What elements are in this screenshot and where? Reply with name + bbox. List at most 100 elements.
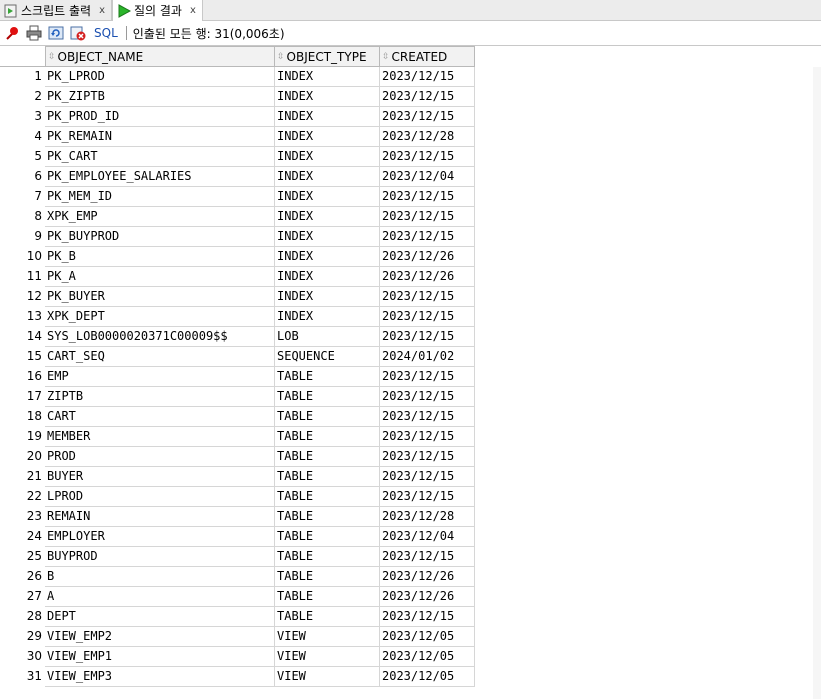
- table-row[interactable]: 1 PK_LPROD INDEX 2023/12/15: [0, 67, 475, 87]
- cell-object-type[interactable]: INDEX: [275, 247, 380, 267]
- cell-object-name[interactable]: PK_PROD_ID: [45, 107, 275, 127]
- sql-link[interactable]: SQL: [94, 26, 118, 40]
- table-row[interactable]: 27 A TABLE 2023/12/26: [0, 587, 475, 607]
- cell-created[interactable]: 2023/12/26: [380, 567, 475, 587]
- table-row[interactable]: 29 VIEW_EMP2 VIEW 2023/12/05: [0, 627, 475, 647]
- cell-object-name[interactable]: MEMBER: [45, 427, 275, 447]
- table-row[interactable]: 11 PK_A INDEX 2023/12/26: [0, 267, 475, 287]
- cell-object-name[interactable]: EMP: [45, 367, 275, 387]
- cell-object-type[interactable]: INDEX: [275, 187, 380, 207]
- cell-object-name[interactable]: B: [45, 567, 275, 587]
- cell-object-name[interactable]: PK_CART: [45, 147, 275, 167]
- table-row[interactable]: 16 EMP TABLE 2023/12/15: [0, 367, 475, 387]
- table-row[interactable]: 17 ZIPTB TABLE 2023/12/15: [0, 387, 475, 407]
- cancel-icon[interactable]: [70, 25, 86, 41]
- refresh-icon[interactable]: [48, 25, 64, 41]
- cell-created[interactable]: 2023/12/15: [380, 67, 475, 87]
- table-row[interactable]: 14 SYS_LOB0000020371C00009$$ LOB 2023/12/15: [0, 327, 475, 347]
- cell-created[interactable]: 2023/12/15: [380, 607, 475, 627]
- cell-object-type[interactable]: TABLE: [275, 387, 380, 407]
- cell-created[interactable]: 2023/12/15: [380, 367, 475, 387]
- cell-object-type[interactable]: SEQUENCE: [275, 347, 380, 367]
- table-row[interactable]: 8 XPK_EMP INDEX 2023/12/15: [0, 207, 475, 227]
- cell-object-name[interactable]: CART: [45, 407, 275, 427]
- cell-created[interactable]: 2023/12/15: [380, 187, 475, 207]
- cell-object-name[interactable]: PK_EMPLOYEE_SALARIES: [45, 167, 275, 187]
- pin-icon[interactable]: [4, 25, 20, 41]
- cell-created[interactable]: 2023/12/26: [380, 587, 475, 607]
- table-row[interactable]: 7 PK_MEM_ID INDEX 2023/12/15: [0, 187, 475, 207]
- cell-object-type[interactable]: INDEX: [275, 67, 380, 87]
- cell-created[interactable]: 2023/12/28: [380, 127, 475, 147]
- cell-object-type[interactable]: INDEX: [275, 227, 380, 247]
- cell-object-name[interactable]: SYS_LOB0000020371C00009$$: [45, 327, 275, 347]
- cell-created[interactable]: 2024/01/02: [380, 347, 475, 367]
- cell-created[interactable]: 2023/12/15: [380, 447, 475, 467]
- cell-created[interactable]: 2023/12/15: [380, 287, 475, 307]
- cell-created[interactable]: 2023/12/15: [380, 487, 475, 507]
- cell-object-name[interactable]: PK_A: [45, 267, 275, 287]
- cell-created[interactable]: 2023/12/15: [380, 147, 475, 167]
- cell-object-type[interactable]: VIEW: [275, 647, 380, 667]
- cell-object-type[interactable]: TABLE: [275, 507, 380, 527]
- table-row[interactable]: 30 VIEW_EMP1 VIEW 2023/12/05: [0, 647, 475, 667]
- cell-object-type[interactable]: INDEX: [275, 87, 380, 107]
- cell-created[interactable]: 2023/12/15: [380, 547, 475, 567]
- cell-created[interactable]: 2023/12/05: [380, 627, 475, 647]
- cell-object-name[interactable]: VIEW_EMP1: [45, 647, 275, 667]
- cell-object-name[interactable]: PK_REMAIN: [45, 127, 275, 147]
- cell-object-type[interactable]: TABLE: [275, 407, 380, 427]
- table-row[interactable]: 26 B TABLE 2023/12/26: [0, 567, 475, 587]
- cell-object-name[interactable]: LPROD: [45, 487, 275, 507]
- column-header-object-name[interactable]: ⇳ OBJECT_NAME: [45, 46, 275, 67]
- cell-created[interactable]: 2023/12/15: [380, 227, 475, 247]
- cell-object-type[interactable]: TABLE: [275, 527, 380, 547]
- cell-created[interactable]: 2023/12/15: [380, 207, 475, 227]
- cell-created[interactable]: 2023/12/04: [380, 527, 475, 547]
- cell-created[interactable]: 2023/12/15: [380, 407, 475, 427]
- cell-object-name[interactable]: PK_BUYER: [45, 287, 275, 307]
- table-row[interactable]: 18 CART TABLE 2023/12/15: [0, 407, 475, 427]
- cell-object-type[interactable]: INDEX: [275, 127, 380, 147]
- table-row[interactable]: 31 VIEW_EMP3 VIEW 2023/12/05: [0, 667, 475, 687]
- table-row[interactable]: 19 MEMBER TABLE 2023/12/15: [0, 427, 475, 447]
- cell-object-type[interactable]: TABLE: [275, 567, 380, 587]
- cell-object-name[interactable]: PROD: [45, 447, 275, 467]
- cell-created[interactable]: 2023/12/15: [380, 327, 475, 347]
- table-row[interactable]: 9 PK_BUYPROD INDEX 2023/12/15: [0, 227, 475, 247]
- cell-object-name[interactable]: PK_B: [45, 247, 275, 267]
- cell-created[interactable]: 2023/12/26: [380, 247, 475, 267]
- table-row[interactable]: 5 PK_CART INDEX 2023/12/15: [0, 147, 475, 167]
- cell-object-type[interactable]: TABLE: [275, 547, 380, 567]
- cell-object-type[interactable]: INDEX: [275, 287, 380, 307]
- cell-object-type[interactable]: VIEW: [275, 627, 380, 647]
- tab-close-button[interactable]: x: [99, 5, 105, 16]
- table-row[interactable]: 2 PK_ZIPTB INDEX 2023/12/15: [0, 87, 475, 107]
- cell-created[interactable]: 2023/12/15: [380, 427, 475, 447]
- vertical-scrollbar[interactable]: [813, 67, 821, 699]
- cell-object-name[interactable]: VIEW_EMP3: [45, 667, 275, 687]
- cell-object-type[interactable]: TABLE: [275, 487, 380, 507]
- cell-object-name[interactable]: XPK_EMP: [45, 207, 275, 227]
- table-row[interactable]: 3 PK_PROD_ID INDEX 2023/12/15: [0, 107, 475, 127]
- cell-created[interactable]: 2023/12/04: [380, 167, 475, 187]
- cell-object-name[interactable]: PK_MEM_ID: [45, 187, 275, 207]
- cell-object-type[interactable]: TABLE: [275, 467, 380, 487]
- cell-object-name[interactable]: XPK_DEPT: [45, 307, 275, 327]
- cell-object-name[interactable]: ZIPTB: [45, 387, 275, 407]
- cell-created[interactable]: 2023/12/15: [380, 87, 475, 107]
- table-row[interactable]: 20 PROD TABLE 2023/12/15: [0, 447, 475, 467]
- tab-script-output[interactable]: 스크립트 출력 x: [0, 0, 112, 21]
- cell-object-name[interactable]: EMPLOYER: [45, 527, 275, 547]
- cell-object-name[interactable]: CART_SEQ: [45, 347, 275, 367]
- cell-object-type[interactable]: INDEX: [275, 107, 380, 127]
- cell-object-type[interactable]: INDEX: [275, 167, 380, 187]
- cell-created[interactable]: 2023/12/28: [380, 507, 475, 527]
- table-row[interactable]: 13 XPK_DEPT INDEX 2023/12/15: [0, 307, 475, 327]
- cell-object-type[interactable]: TABLE: [275, 607, 380, 627]
- cell-object-type[interactable]: VIEW: [275, 667, 380, 687]
- table-row[interactable]: 24 EMPLOYER TABLE 2023/12/04: [0, 527, 475, 547]
- cell-object-name[interactable]: PK_LPROD: [45, 67, 275, 87]
- cell-object-type[interactable]: TABLE: [275, 367, 380, 387]
- cell-object-name[interactable]: PK_ZIPTB: [45, 87, 275, 107]
